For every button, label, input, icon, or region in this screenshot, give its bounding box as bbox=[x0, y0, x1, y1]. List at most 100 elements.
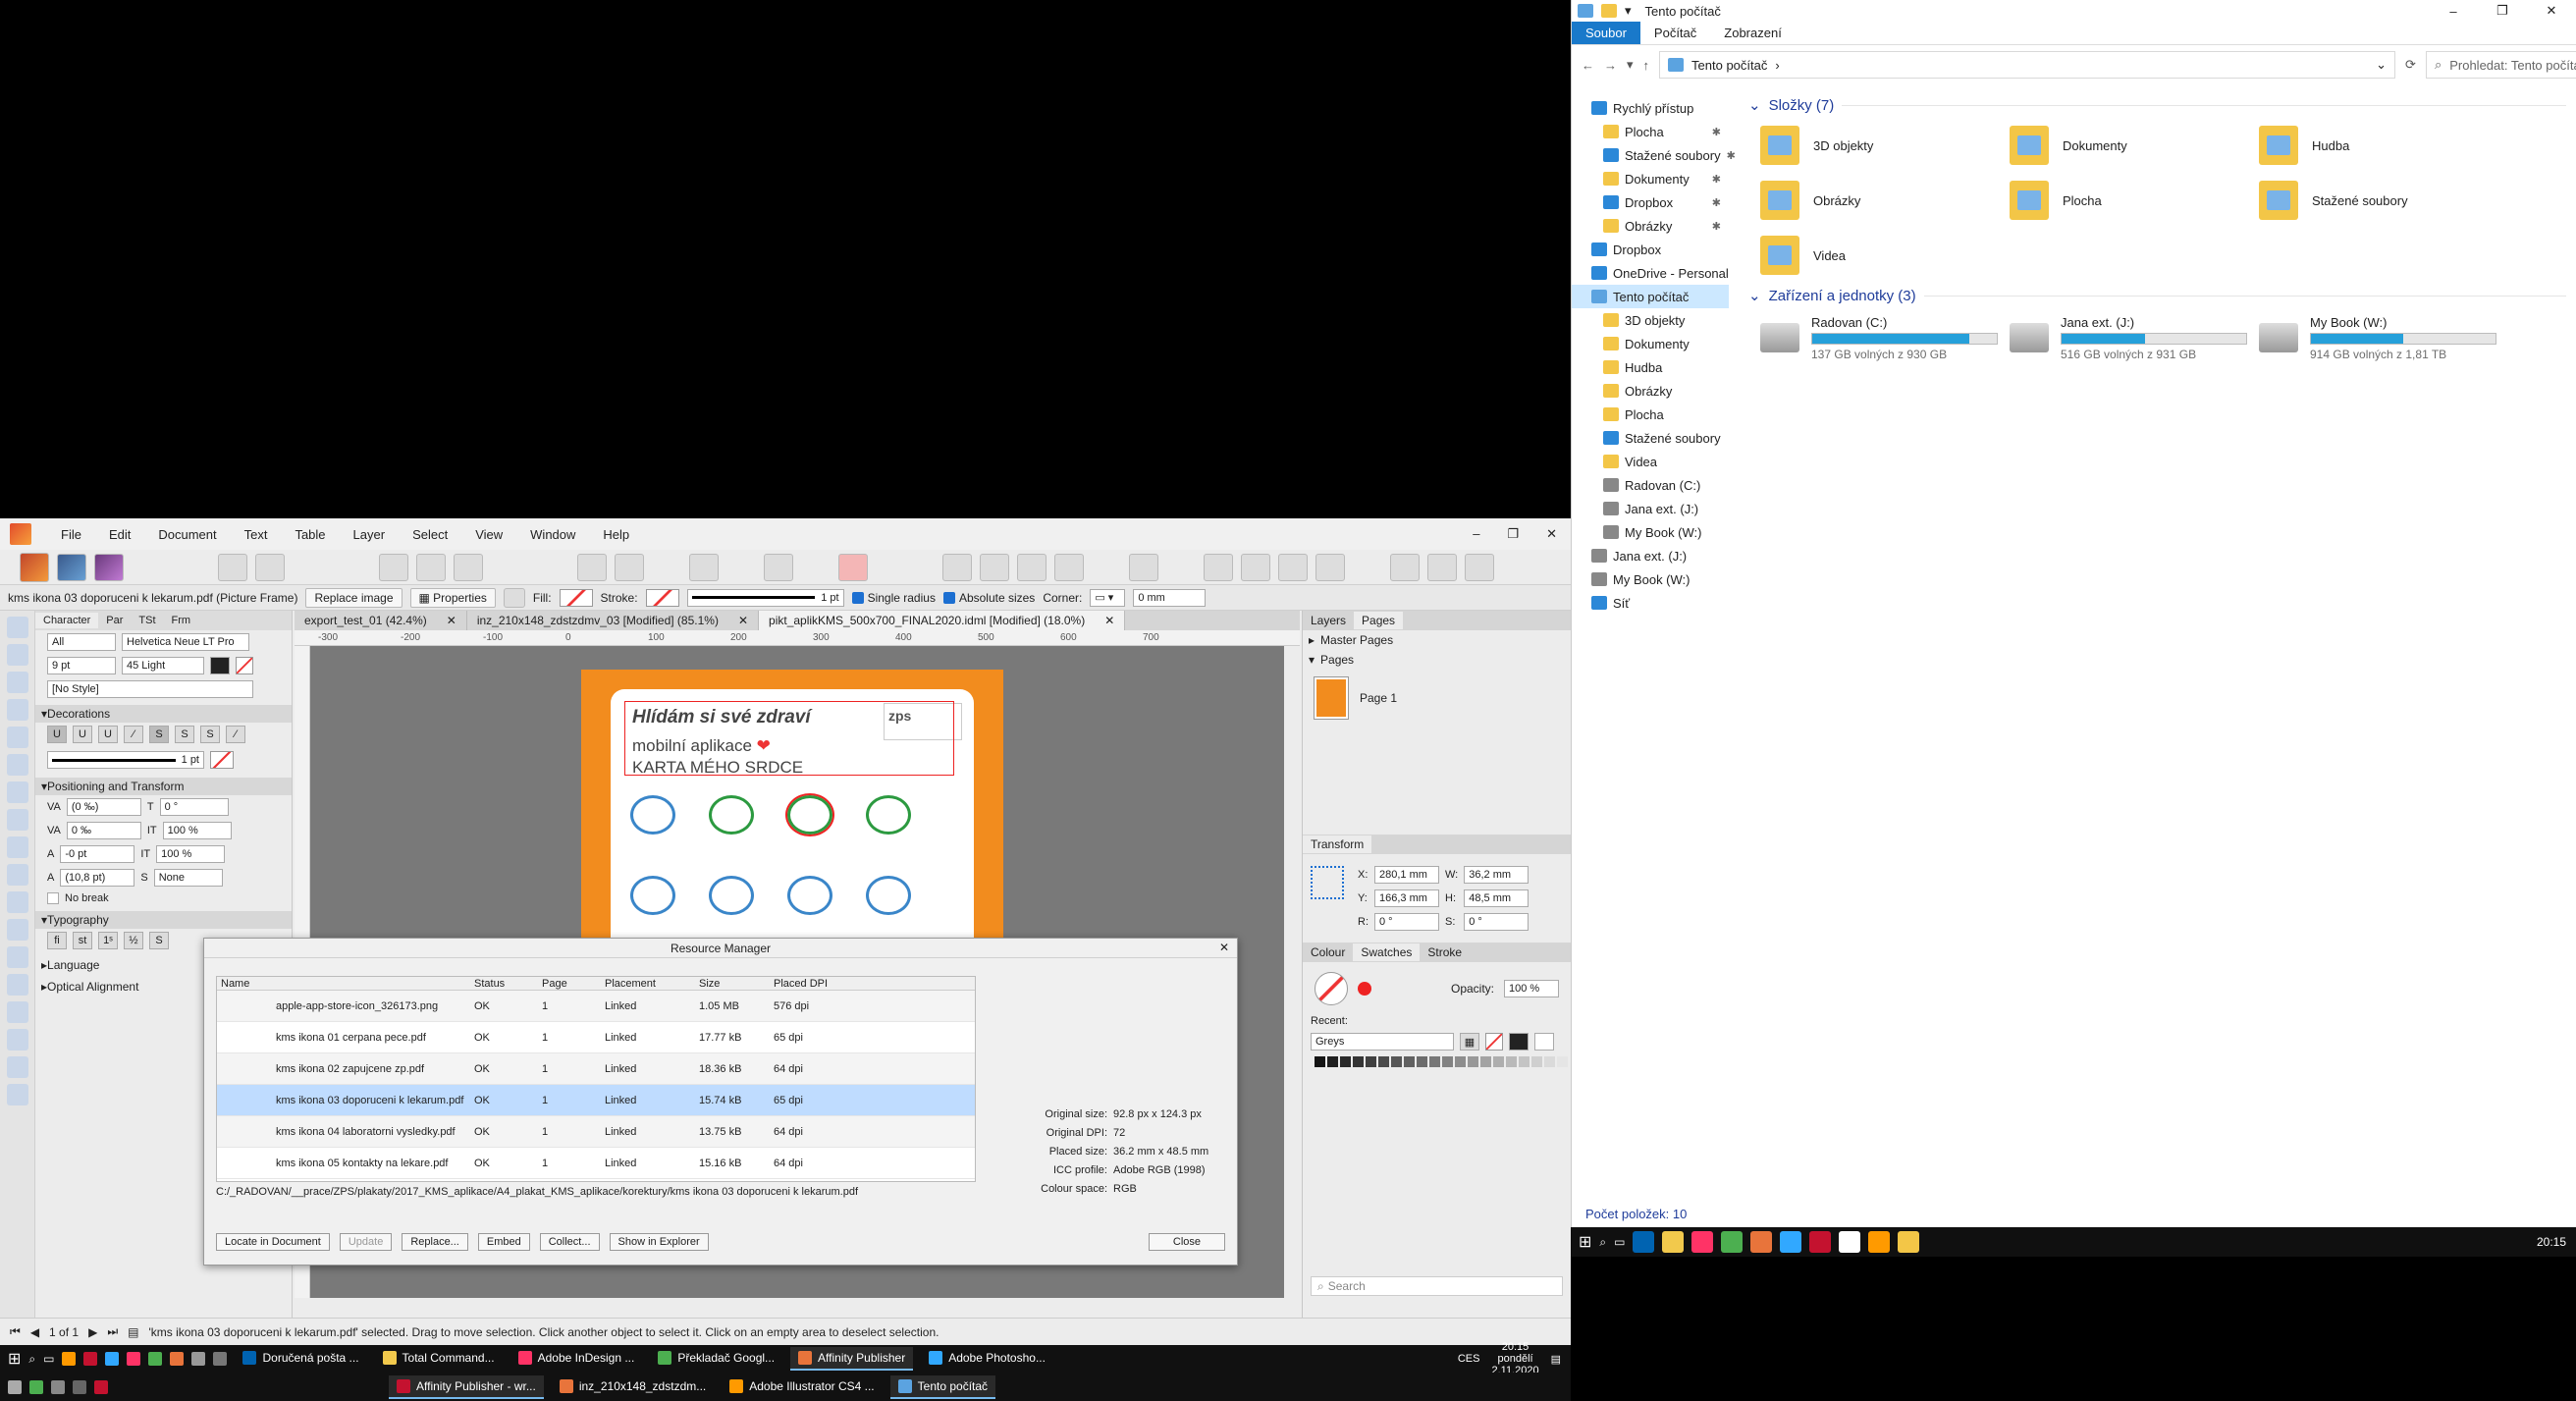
drive-item[interactable]: Radovan (C:) 137 GB volných z 930 GB bbox=[1760, 310, 2010, 365]
taskbar-app-photoshop[interactable]: Adobe Photosho... bbox=[921, 1347, 1053, 1371]
preview-icon[interactable] bbox=[689, 553, 719, 581]
tray-language[interactable]: CES bbox=[1458, 1353, 1480, 1365]
nav-item[interactable]: Jana ext. (J:) bbox=[1572, 544, 1729, 567]
decorations-section[interactable]: ▾ Decorations bbox=[35, 705, 292, 723]
pill-icon[interactable] bbox=[630, 795, 675, 835]
quicklaunch-photoshop-icon[interactable] bbox=[105, 1352, 120, 1366]
maximize-button[interactable]: ❐ bbox=[2478, 0, 2527, 22]
col-dpi[interactable]: Placed DPI bbox=[770, 978, 887, 990]
chevron-down-icon[interactable]: ▾ bbox=[1627, 57, 1634, 73]
nav-item[interactable]: Plocha ✱ bbox=[1572, 120, 1729, 143]
chrome-icon[interactable] bbox=[1721, 1231, 1744, 1253]
grey-swatch[interactable] bbox=[1480, 1056, 1491, 1067]
nav-item[interactable]: Obrázky ✱ bbox=[1572, 214, 1729, 238]
preferences-icon[interactable] bbox=[218, 553, 247, 581]
up-icon[interactable]: ↑ bbox=[1643, 58, 1650, 73]
quicklaunch-vivaldi-icon[interactable] bbox=[83, 1352, 98, 1366]
decoration-color-swatch[interactable] bbox=[210, 751, 234, 769]
grey-swatch[interactable] bbox=[1455, 1056, 1466, 1067]
illustrator-icon[interactable] bbox=[1868, 1231, 1891, 1253]
nav-item[interactable]: Obrázky bbox=[1572, 379, 1729, 403]
fill-stroke-swatch[interactable] bbox=[1315, 972, 1348, 1005]
view-mode-icon[interactable] bbox=[379, 553, 408, 581]
table-row[interactable]: apple-app-store-icon_326173.png OK 1 Linked… bbox=[217, 991, 975, 1022]
folder-item[interactable]: Videa bbox=[1760, 230, 2010, 281]
none-swatch[interactable] bbox=[1485, 1033, 1503, 1051]
font-weight-select[interactable]: 45 Light bbox=[122, 657, 204, 674]
table-row[interactable]: kms ikona 05 kontakty na lekare.pdf OK 1 Li… bbox=[217, 1148, 975, 1179]
refresh-icon[interactable]: ⟳ bbox=[2405, 57, 2416, 73]
x-field[interactable]: 280,1 mm bbox=[1374, 866, 1439, 884]
grey-swatch[interactable] bbox=[1353, 1056, 1364, 1067]
designer-persona-icon[interactable] bbox=[94, 553, 124, 581]
nav-item[interactable]: My Book (W:) bbox=[1572, 567, 1729, 591]
strikethrough-icon[interactable]: S bbox=[149, 726, 169, 743]
ellipse-tool-icon[interactable] bbox=[6, 864, 28, 886]
arrange-backward-icon[interactable] bbox=[980, 553, 1009, 581]
col-page[interactable]: Page bbox=[538, 978, 601, 990]
windows-start-icon[interactable]: ⊞ bbox=[1579, 1232, 1591, 1252]
tab-pages[interactable]: Pages bbox=[1354, 612, 1404, 629]
arrange-back-icon[interactable] bbox=[942, 553, 972, 581]
quicklaunch-affinity-icon[interactable] bbox=[170, 1352, 185, 1366]
opacity-field[interactable]: 100 % bbox=[1504, 980, 1559, 997]
taskbar-app-mail[interactable]: Doručená pošta ... bbox=[235, 1347, 366, 1371]
mail-icon[interactable] bbox=[1633, 1231, 1655, 1253]
text-highlight-swatch[interactable] bbox=[236, 657, 253, 674]
search-icon[interactable]: ⌕ bbox=[1599, 1235, 1606, 1250]
crutches-icon[interactable] bbox=[709, 795, 754, 835]
properties-button[interactable]: ▦ Properties bbox=[409, 587, 496, 608]
decoration-stroke-field[interactable]: 1 pt bbox=[47, 751, 204, 769]
rotation-field[interactable]: 0 ° bbox=[1374, 913, 1439, 931]
menu-window[interactable]: Window bbox=[516, 527, 589, 542]
nav-item[interactable]: Rychlý přístup bbox=[1572, 96, 1729, 120]
quicklaunch-misc-icon[interactable] bbox=[94, 1379, 108, 1394]
taskbar-clock[interactable]: 20:15 bbox=[2537, 1235, 2566, 1249]
black-swatch[interactable] bbox=[1509, 1033, 1529, 1051]
swash-icon[interactable]: S bbox=[149, 932, 169, 949]
doctor-referral-icon[interactable] bbox=[785, 793, 834, 836]
nav-item[interactable]: 3D objekty bbox=[1572, 308, 1729, 332]
patient-icon[interactable] bbox=[709, 876, 754, 915]
close-icon[interactable]: ✕ bbox=[1219, 941, 1229, 954]
transparency-tool-icon[interactable] bbox=[6, 1001, 28, 1023]
pin-icon[interactable] bbox=[577, 553, 607, 581]
pen-tool-icon[interactable] bbox=[6, 754, 28, 776]
anchor-point-selector[interactable] bbox=[1311, 866, 1344, 899]
indesign-icon[interactable] bbox=[1691, 1231, 1714, 1253]
tab-paragraph[interactable]: Par bbox=[98, 613, 131, 628]
menu-view[interactable]: View bbox=[461, 527, 516, 542]
nav-item[interactable]: Dokumenty bbox=[1572, 332, 1729, 355]
nav-item[interactable]: Dropbox bbox=[1572, 238, 1729, 261]
folder-item[interactable]: Hudba bbox=[2259, 120, 2508, 171]
character-style-select[interactable]: [No Style] bbox=[47, 680, 253, 698]
frame-text-tool-icon[interactable] bbox=[6, 672, 28, 693]
taskbar-app-inz[interactable]: inz_210x148_zdstzdm... bbox=[552, 1375, 714, 1399]
corner-value-field[interactable]: 0 mm bbox=[1133, 588, 1207, 607]
absolute-sizes-checkbox[interactable]: Absolute sizes bbox=[942, 591, 1035, 605]
taskbar-app-indesign[interactable]: Adobe InDesign ... bbox=[510, 1347, 643, 1371]
nav-item[interactable]: Stažené soubory bbox=[1572, 426, 1729, 450]
col-size[interactable]: Size bbox=[695, 978, 770, 990]
frame-icon[interactable] bbox=[764, 553, 793, 581]
quicklaunch-misc-icon[interactable] bbox=[29, 1379, 43, 1394]
rotate-right-icon[interactable] bbox=[1315, 553, 1345, 581]
text-wrap-icon[interactable] bbox=[615, 553, 644, 581]
grey-swatch[interactable] bbox=[1366, 1056, 1376, 1067]
grey-swatch[interactable] bbox=[1557, 1056, 1568, 1067]
menu-file[interactable]: File bbox=[47, 527, 95, 542]
nav-item[interactable]: Tento počítač bbox=[1572, 285, 1729, 308]
grey-swatch[interactable] bbox=[1468, 1056, 1478, 1067]
folder-item[interactable]: Plocha bbox=[2010, 175, 2259, 226]
chevron-down-icon[interactable]: ▾ bbox=[1625, 3, 1632, 19]
quicklaunch-misc-icon[interactable] bbox=[213, 1352, 228, 1366]
photo-persona-icon[interactable] bbox=[57, 553, 86, 581]
nav-item[interactable]: Hudba bbox=[1572, 355, 1729, 379]
search-icon[interactable]: ⌕ bbox=[28, 1352, 35, 1367]
tray-clock[interactable]: 20:15 pondělí 2.11.2020 bbox=[1491, 1341, 1538, 1376]
frame-fit-icon[interactable] bbox=[503, 587, 525, 608]
view-tool-icon[interactable] bbox=[6, 1056, 28, 1078]
tab-file[interactable]: Soubor bbox=[1572, 22, 1640, 44]
grey-swatch[interactable] bbox=[1429, 1056, 1440, 1067]
update-button[interactable]: Update bbox=[339, 1233, 393, 1251]
